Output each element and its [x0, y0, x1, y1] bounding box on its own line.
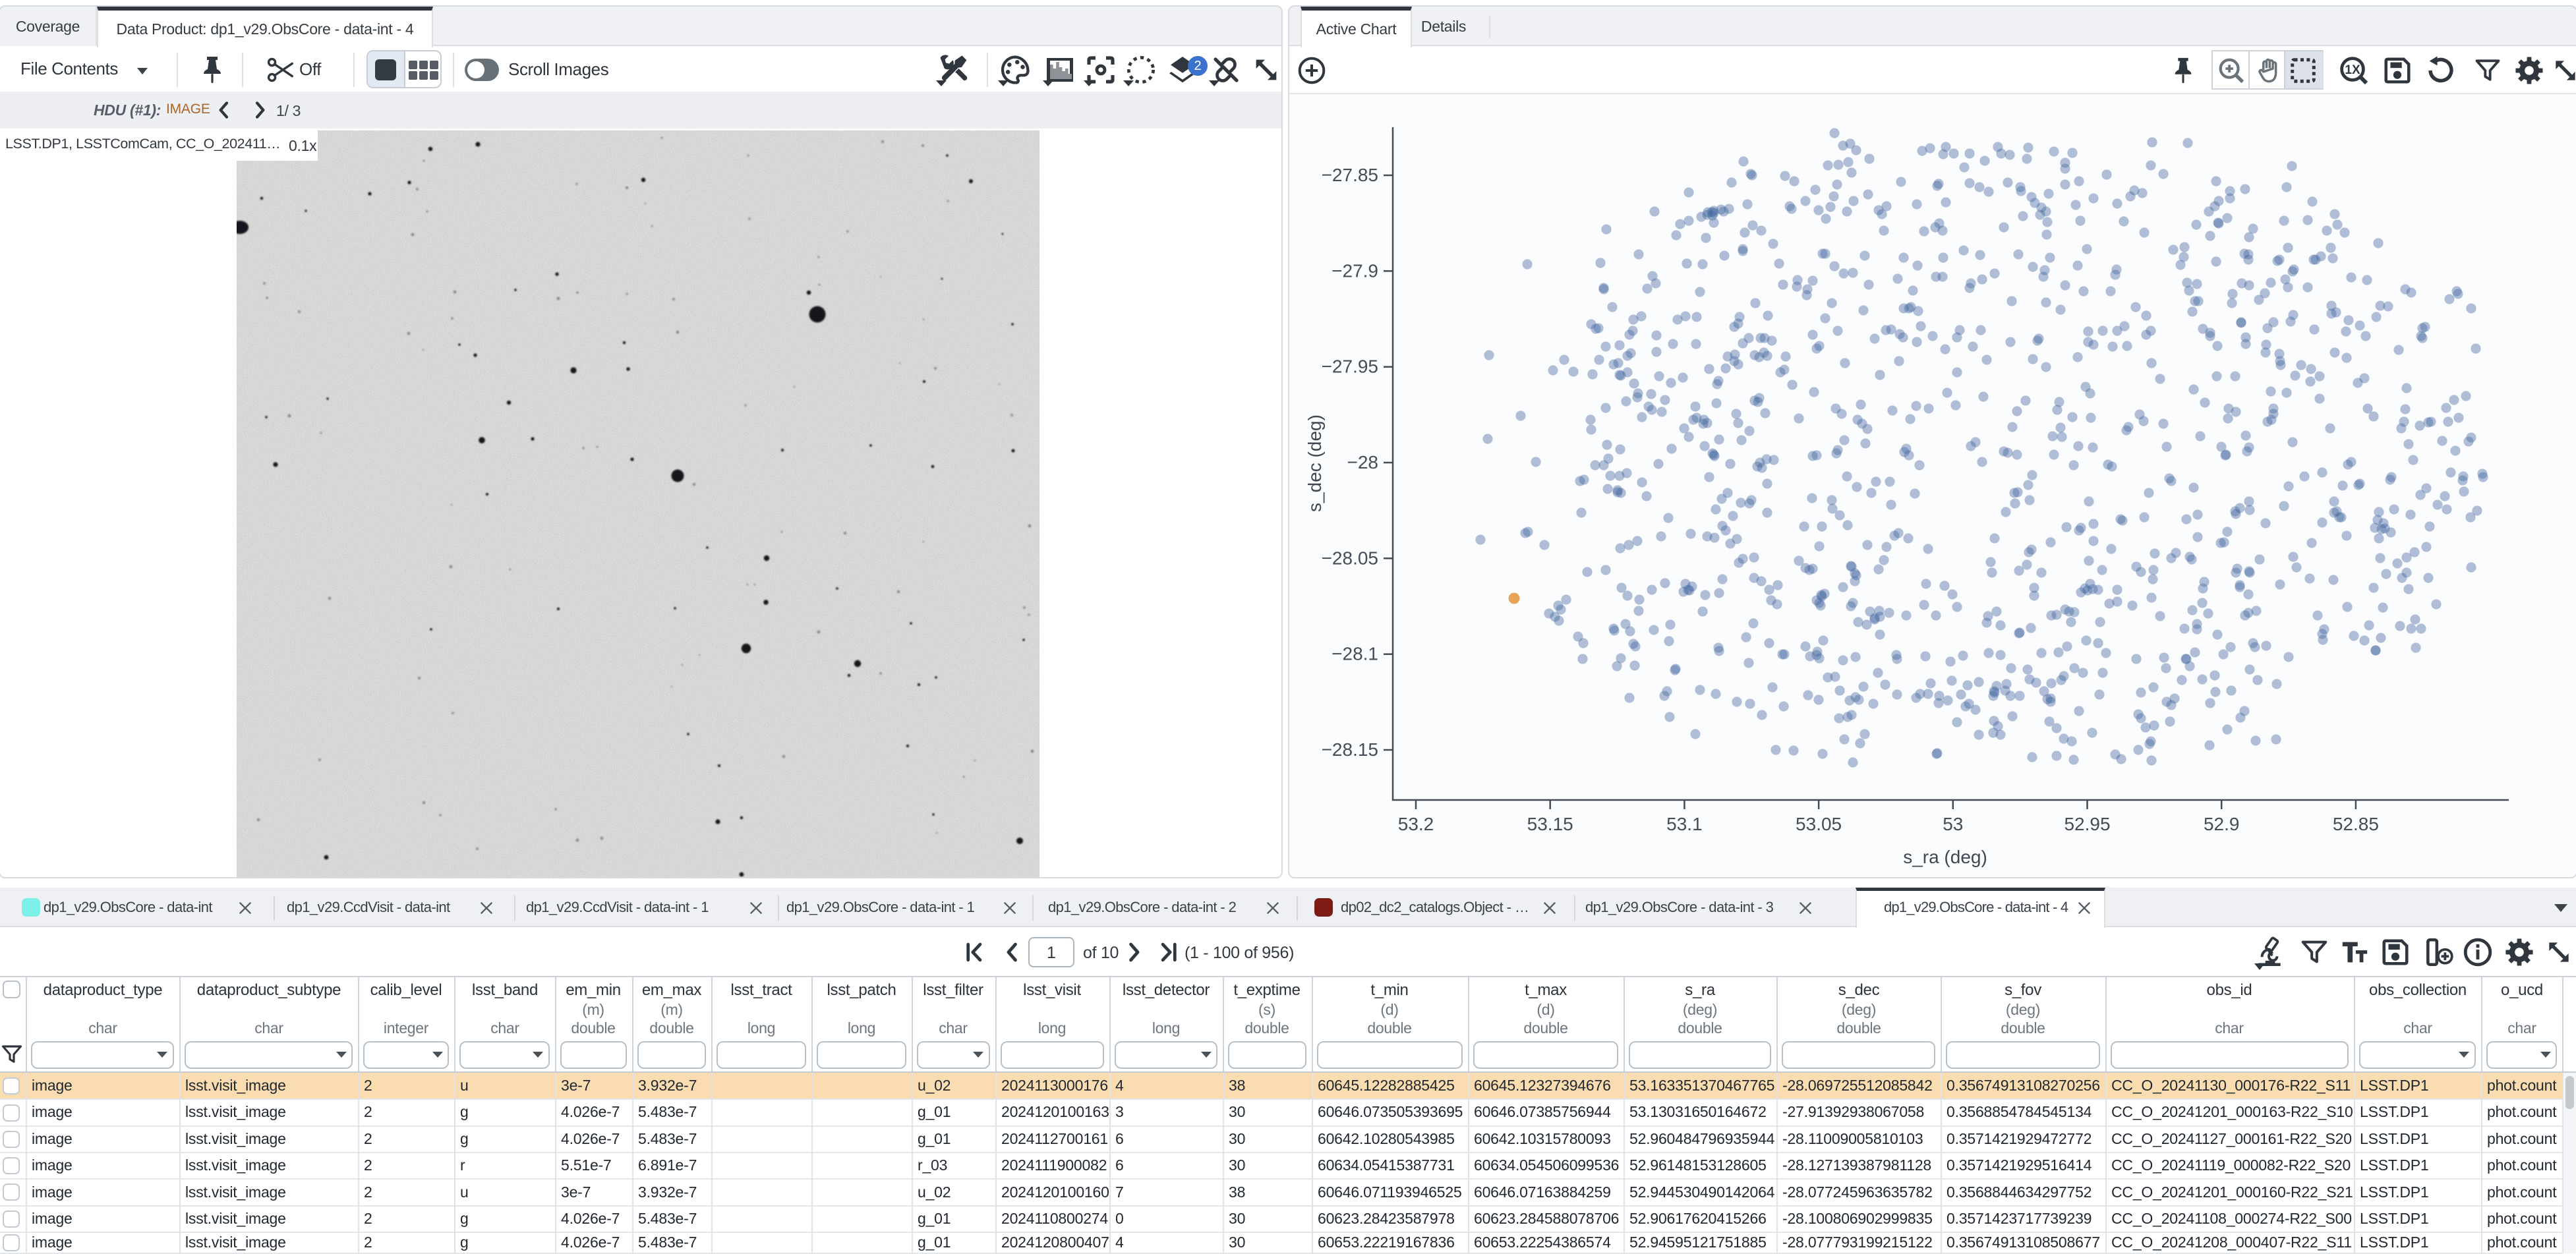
svg-text:−28.1: −28.1	[1332, 644, 1378, 664]
svg-text:s_dec (deg): s_dec (deg)	[1304, 414, 1325, 512]
svg-text:52.85: 52.85	[2333, 814, 2379, 834]
svg-text:−28: −28	[1347, 452, 1379, 472]
svg-text:53.2: 53.2	[1398, 814, 1434, 834]
svg-text:53.05: 53.05	[1796, 814, 1842, 834]
svg-text:52.9: 52.9	[2204, 814, 2240, 834]
svg-text:53: 53	[1943, 814, 1963, 834]
svg-text:s_ra (deg): s_ra (deg)	[1903, 847, 1987, 867]
svg-text:−27.85: −27.85	[1322, 165, 1378, 185]
svg-text:53.1: 53.1	[1666, 814, 1703, 834]
svg-text:52.95: 52.95	[2064, 814, 2110, 834]
svg-text:−27.95: −27.95	[1322, 356, 1378, 377]
svg-text:53.15: 53.15	[1527, 814, 1573, 834]
svg-text:−28.05: −28.05	[1322, 548, 1378, 568]
svg-text:−28.15: −28.15	[1322, 739, 1378, 760]
svg-text:1X: 1X	[2345, 63, 2360, 77]
svg-text:−27.9: −27.9	[1332, 260, 1378, 281]
